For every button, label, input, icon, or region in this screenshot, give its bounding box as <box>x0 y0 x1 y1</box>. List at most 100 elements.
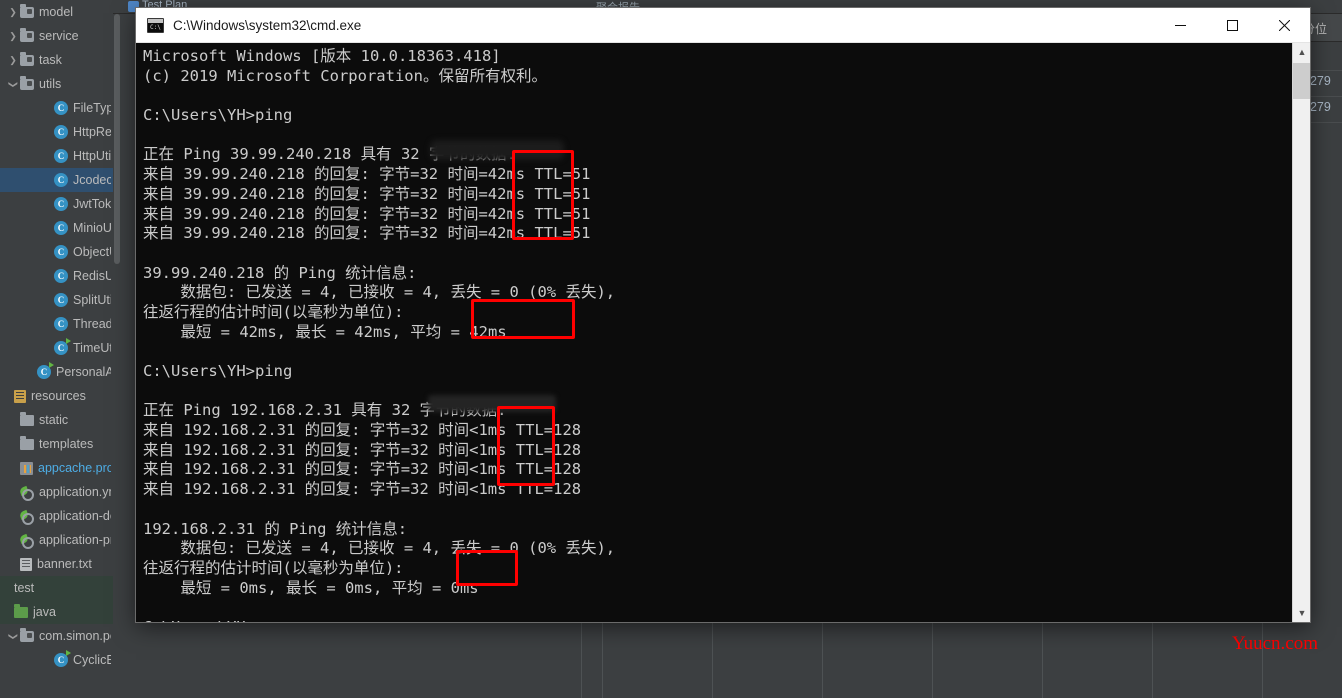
sidebar-scrollbar-thumb[interactable] <box>114 14 120 264</box>
cmd-titlebar[interactable]: C:\ C:\Windows\system32\cmd.exe <box>136 8 1310 43</box>
class-icon: C <box>54 245 68 259</box>
tree-item-5[interactable]: C HttpRequestUtil <box>0 120 113 144</box>
folder-icon <box>20 627 34 642</box>
tree-item-9[interactable]: C MinioUtil <box>0 216 113 240</box>
tree-item-label: test <box>14 581 35 595</box>
tree-item-10[interactable]: C ObjectUtil <box>0 240 113 264</box>
sidebar-scrollbar[interactable] <box>113 14 121 684</box>
chevron-right-icon[interactable]: ❯ <box>6 55 20 65</box>
tree-item-label: com.simon.personal <box>39 629 111 643</box>
tree-item-label: RedisUtil <box>73 269 111 283</box>
tree-item-label: MinioUtil <box>73 221 111 235</box>
cmd-icon: C:\ <box>147 17 164 33</box>
srcroot-icon <box>14 603 28 618</box>
console-line: 39.99.240.218 的 Ping 统计信息: <box>143 263 417 282</box>
chevron-down-icon[interactable]: ❯ <box>9 629 19 643</box>
chevron-up-icon[interactable]: ▲ <box>1293 43 1310 61</box>
console-line: 来自 39.99.240.218 的回复: 字节=32 时间=42ms TTL=… <box>143 204 591 223</box>
close-icon <box>1278 20 1290 31</box>
class-icon: C <box>54 293 68 307</box>
console-line: C:\Users\YH>ping <box>143 362 293 380</box>
console-line: C:\Users\YH> <box>143 618 615 622</box>
tree-item-26[interactable]: ❯ com.simon.personal <box>0 624 113 648</box>
tree-item-6[interactable]: C HttpUtil <box>0 144 113 168</box>
class-run-icon: C <box>37 362 54 379</box>
console-line: 来自 39.99.240.218 的回复: 字节=32 时间=42ms TTL=… <box>143 224 591 243</box>
window-controls <box>1154 8 1310 43</box>
tree-item-label: model <box>39 5 74 19</box>
project-tree-sidebar[interactable]: ❯model❯service❯task❯utilsCFileTypeUtilCH… <box>0 0 113 670</box>
tree-item-19[interactable]: appcache.properties <box>0 456 113 480</box>
tree-item-label: templates <box>39 437 94 451</box>
tree-item-15[interactable]: CPersonalApplication <box>0 360 113 384</box>
tree-item-12[interactable]: C SplitUtil <box>0 288 113 312</box>
props-icon <box>20 461 33 475</box>
tree-item-label: SplitUtil <box>73 293 111 307</box>
class-icon: C <box>54 149 68 163</box>
tree-item-0[interactable]: ❯ model <box>0 0 113 24</box>
console-line: 来自 39.99.240.218 的回复: 字节=32 时间=42ms TTL=… <box>143 165 591 184</box>
tree-item-label: java <box>33 605 56 619</box>
tree-item-13[interactable]: C ThreadUtil <box>0 312 113 336</box>
cmd-window[interactable]: C:\ C:\Windows\system32\cmd.exe Microsof… <box>136 8 1310 622</box>
class-run-icon: C <box>54 650 71 667</box>
tree-item-label: PersonalApplication <box>56 365 111 379</box>
tree-item-21[interactable]: application-dev.yml <box>0 504 113 528</box>
tree-item-22[interactable]: application-prod.yml <box>0 528 113 552</box>
tree-item-label: banner.txt <box>37 557 92 571</box>
folder-icon <box>20 3 34 18</box>
folder-icon <box>20 51 34 66</box>
class-icon: C <box>54 101 68 115</box>
tree-item-25[interactable]: java <box>0 600 113 624</box>
folder-icon <box>20 75 34 90</box>
console-line: 往返行程的估计时间(以毫秒为单位): <box>143 302 404 321</box>
cmd-console-body[interactable]: Microsoft Windows [版本 10.0.18363.418] (c)… <box>136 43 1310 622</box>
close-button[interactable] <box>1258 8 1310 43</box>
chevron-right-icon[interactable]: ❯ <box>6 7 20 17</box>
tree-item-14[interactable]: CTimeUtil <box>0 336 113 360</box>
tree-item-label: task <box>39 53 62 67</box>
cmd-scrollbar[interactable]: ▲ ▼ <box>1292 43 1310 622</box>
watermark: Yuucn.com <box>1232 633 1319 654</box>
class-icon: C <box>54 173 68 187</box>
tree-item-18[interactable]: templates <box>0 432 113 456</box>
minimize-button[interactable] <box>1154 8 1206 43</box>
tree-item-3[interactable]: ❯ utils <box>0 72 113 96</box>
class-icon: C <box>54 197 68 211</box>
tree-item-17[interactable]: static <box>0 408 113 432</box>
console-line: 数据包: 已发送 = 4, 已接收 = 4, 丢失 = 0 (0% 丢失), <box>143 283 616 302</box>
console-line: 来自 192.168.2.31 的回复: 字节=32 时间<1ms TTL=12… <box>143 421 582 440</box>
tree-item-1[interactable]: ❯ service <box>0 24 113 48</box>
folder-plain-icon <box>20 435 34 450</box>
txt-icon <box>20 557 32 571</box>
chevron-right-icon[interactable]: ❯ <box>6 31 20 41</box>
tree-item-label: static <box>39 413 69 427</box>
tree-item-16[interactable]: resources <box>0 384 113 408</box>
tree-item-11[interactable]: C RedisUtil <box>0 264 113 288</box>
tree-item-27[interactable]: CCyclicBarrierTest <box>0 648 113 670</box>
console-line: 往返行程的估计时间(以毫秒为单位): <box>143 558 404 577</box>
tree-item-label: appcache.properties <box>38 461 111 475</box>
tree-item-20[interactable]: application.yml <box>0 480 113 504</box>
console-line: (c) 2019 Microsoft Corporation。保留所有权利。 <box>143 66 547 85</box>
tree-item-4[interactable]: C FileTypeUtil <box>0 96 113 120</box>
folder-plain-icon <box>20 411 34 426</box>
tree-item-2[interactable]: ❯ task <box>0 48 113 72</box>
class-run-icon: C <box>54 338 71 355</box>
chevron-down-icon[interactable]: ❯ <box>9 77 19 91</box>
console-line: 来自 192.168.2.31 的回复: 字节=32 时间<1ms TTL=12… <box>143 440 582 459</box>
console-line: 来自 192.168.2.31 的回复: 字节=32 时间<1ms TTL=12… <box>143 460 582 479</box>
tree-item-23[interactable]: banner.txt <box>0 552 113 576</box>
maximize-button[interactable] <box>1206 8 1258 43</box>
cmd-scrollbar-thumb[interactable] <box>1293 63 1310 99</box>
tree-item-label: application-dev.yml <box>39 509 111 523</box>
tree-item-8[interactable]: C JwtTokenUtil <box>0 192 113 216</box>
tree-item-24[interactable]: test <box>0 576 113 600</box>
tree-item-7[interactable]: C JcodecUtil <box>0 168 113 192</box>
folder-icon <box>20 27 34 42</box>
chevron-down-icon[interactable]: ▼ <box>1293 604 1310 622</box>
